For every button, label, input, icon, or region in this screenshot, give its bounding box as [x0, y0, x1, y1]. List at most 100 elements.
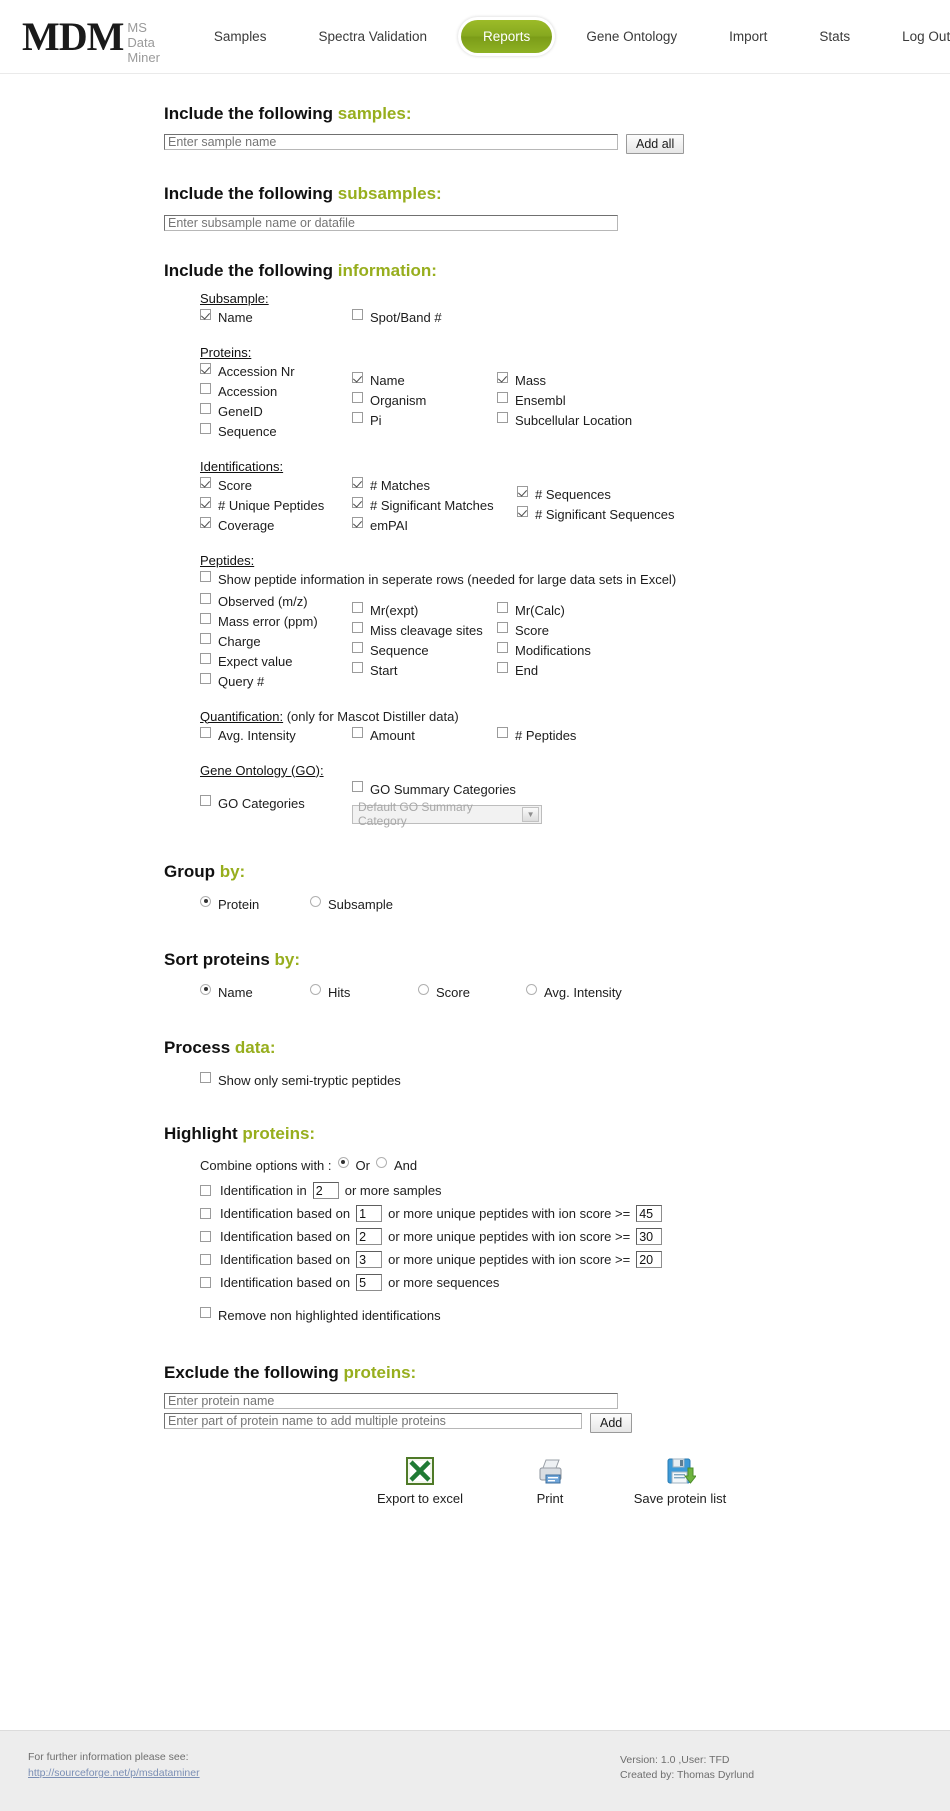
checkbox-accession-nr[interactable]: Accession Nr: [200, 362, 352, 381]
checkbox-miss-cleavage-sites[interactable]: Miss cleavage sites: [352, 621, 497, 640]
footer-link[interactable]: http://sourceforge.net/p/msdataminer: [28, 1767, 200, 1779]
checkbox-sequence[interactable]: Sequence: [200, 422, 352, 441]
checkbox-matches[interactable]: # Matches: [352, 476, 517, 495]
export-to-excel-button[interactable]: Export to excel: [364, 1455, 476, 1506]
samples-title-prefix: Include the following: [164, 104, 338, 123]
checkbox-amount[interactable]: Amount: [352, 726, 497, 745]
checkbox-subsample-name[interactable]: Name: [200, 308, 352, 327]
exclude-protein-name-input[interactable]: [164, 1392, 618, 1409]
checkbox-box-icon[interactable]: [200, 1277, 211, 1289]
checkbox-go-summary-categories[interactable]: GO Summary Categories: [352, 780, 592, 799]
nav-item-stats[interactable]: Stats: [793, 23, 876, 50]
checkbox-coverage[interactable]: Coverage: [200, 516, 352, 535]
checkbox-box-icon[interactable]: [200, 1254, 211, 1266]
rule-ion-score-input[interactable]: [636, 1205, 663, 1223]
option-label: Amount: [370, 727, 415, 743]
rule-samples-count-input[interactable]: [312, 1182, 339, 1200]
exclude-protein-partial-input[interactable]: [164, 1412, 582, 1429]
checkbox-box-icon: [352, 780, 363, 792]
checkbox-significant-matches[interactable]: # Significant Matches: [352, 496, 517, 515]
exclude-title-prefix: Exclude the following: [164, 1362, 344, 1382]
add-all-button[interactable]: Add all: [626, 134, 685, 154]
rule-ion-score-input[interactable]: [636, 1251, 663, 1269]
checkbox-box-icon: [497, 411, 508, 423]
checkbox-score[interactable]: Score: [200, 476, 352, 495]
checkbox-go-categories[interactable]: GO Categories: [200, 794, 352, 813]
radio-combine-and[interactable]: And: [375, 1156, 417, 1175]
checkbox-geneid[interactable]: GeneID: [200, 402, 352, 421]
checkbox-modifications[interactable]: Modifications: [497, 641, 697, 660]
group-gene-ontology: Gene Ontology (GO): GO Categories GO Sum…: [164, 762, 950, 828]
checkbox-charge[interactable]: Charge: [200, 632, 352, 651]
option-label: Or: [355, 1157, 370, 1173]
nav-item-spectra-validation[interactable]: Spectra Validation: [292, 23, 453, 50]
rule-peptide-count-input[interactable]: [356, 1251, 383, 1269]
option-label: Accession: [218, 383, 278, 399]
checkbox-box-icon: [352, 371, 363, 383]
checkbox-mass[interactable]: Mass: [497, 371, 697, 390]
nav-item-reports[interactable]: Reports: [461, 20, 553, 53]
page-footer: For further information please see: http…: [0, 1730, 950, 1811]
nav-item-import[interactable]: Import: [703, 23, 793, 50]
rule-peptide-count-input[interactable]: [356, 1228, 383, 1246]
checkbox-expect-value[interactable]: Expect value: [200, 652, 352, 671]
checkbox-peptide-separate-rows[interactable]: Show peptide information in seperate row…: [200, 570, 950, 589]
nav-item-gene-ontology[interactable]: Gene Ontology: [560, 23, 703, 50]
checkbox-avg-intensity[interactable]: Avg. Intensity: [200, 726, 352, 745]
radio-sort-hits[interactable]: Hits: [310, 983, 418, 1002]
reports-form: Include the following samples: Add all I…: [0, 74, 950, 1730]
checkbox-empai[interactable]: emPAI: [352, 516, 517, 535]
checkbox-significant-sequences[interactable]: # Significant Sequences: [517, 505, 717, 524]
nav-item-samples[interactable]: Samples: [188, 23, 293, 50]
checkbox-subcellular-location[interactable]: Subcellular Location: [497, 411, 697, 430]
add-button[interactable]: Add: [590, 1412, 633, 1433]
nav-item-log-out[interactable]: Log Out: [876, 23, 950, 50]
checkbox-semi-tryptic[interactable]: Show only semi-tryptic peptides: [200, 1071, 950, 1090]
checkbox-box-icon[interactable]: [200, 1208, 211, 1220]
checkbox-mass-error[interactable]: Mass error (ppm): [200, 612, 352, 631]
radio-sort-name[interactable]: Name: [200, 983, 310, 1002]
radio-sort-score[interactable]: Score: [418, 983, 526, 1002]
checkbox-box-icon[interactable]: [200, 1185, 211, 1197]
checkbox-organism[interactable]: Organism: [352, 391, 497, 410]
checkbox-peptide-score[interactable]: Score: [497, 621, 697, 640]
checkbox-mr-expt[interactable]: Mr(expt): [352, 601, 497, 620]
go-summary-category-select[interactable]: Default GO Summary Category ▼: [352, 800, 542, 828]
highlight-rule-peptides-3: Identification based on or more unique p…: [200, 1250, 950, 1270]
highlight-rule-peptides-2: Identification based on or more unique p…: [200, 1227, 950, 1247]
combine-options-row: Combine options with : Or And: [200, 1156, 950, 1176]
checkbox-unique-peptides[interactable]: # Unique Peptides: [200, 496, 352, 515]
group-gene-ontology-heading: Gene Ontology (GO):: [200, 762, 324, 778]
subsample-name-input[interactable]: [164, 214, 618, 231]
rule-ion-score-input[interactable]: [636, 1228, 663, 1246]
radio-group-by-subsample[interactable]: Subsample: [310, 895, 420, 914]
save-protein-list-button[interactable]: Save protein list: [624, 1455, 736, 1506]
checkbox-ensembl[interactable]: Ensembl: [497, 391, 697, 410]
checkbox-start[interactable]: Start: [352, 661, 497, 680]
radio-sort-avg-intensity[interactable]: Avg. Intensity: [526, 983, 656, 1002]
checkbox-spot-band[interactable]: Spot/Band #: [352, 308, 497, 327]
sample-name-input[interactable]: [164, 134, 618, 150]
checkbox-quant-peptides[interactable]: # Peptides: [497, 726, 697, 745]
checkbox-query-number[interactable]: Query #: [200, 672, 352, 691]
checkbox-accession[interactable]: Accession: [200, 382, 352, 401]
radio-group-by-protein[interactable]: Protein: [200, 895, 310, 914]
radio-circle-icon: [418, 983, 429, 995]
radio-combine-or[interactable]: Or: [337, 1156, 370, 1175]
rule-sequence-count-input[interactable]: [356, 1274, 383, 1292]
option-label: Protein: [218, 896, 260, 912]
checkbox-end[interactable]: End: [497, 661, 697, 680]
checkbox-pi[interactable]: Pi: [352, 411, 497, 430]
checkbox-observed-mz[interactable]: Observed (m/z): [200, 592, 352, 611]
checkbox-peptide-sequence[interactable]: Sequence: [352, 641, 497, 660]
rule-text-middle: or more unique peptides with ion score >…: [388, 1205, 631, 1221]
checkbox-mr-calc[interactable]: Mr(Calc): [497, 601, 697, 620]
print-button[interactable]: Print: [494, 1455, 606, 1506]
checkbox-box-icon[interactable]: [200, 1231, 211, 1243]
checkbox-remove-non-highlighted[interactable]: Remove non highlighted identifications: [200, 1306, 950, 1325]
checkbox-protein-name[interactable]: Name: [352, 371, 497, 390]
checkbox-sequences[interactable]: # Sequences: [517, 485, 717, 504]
rule-peptide-count-input[interactable]: [356, 1205, 383, 1223]
checkbox-box-icon: [352, 516, 363, 528]
radio-circle-icon: [526, 983, 537, 995]
